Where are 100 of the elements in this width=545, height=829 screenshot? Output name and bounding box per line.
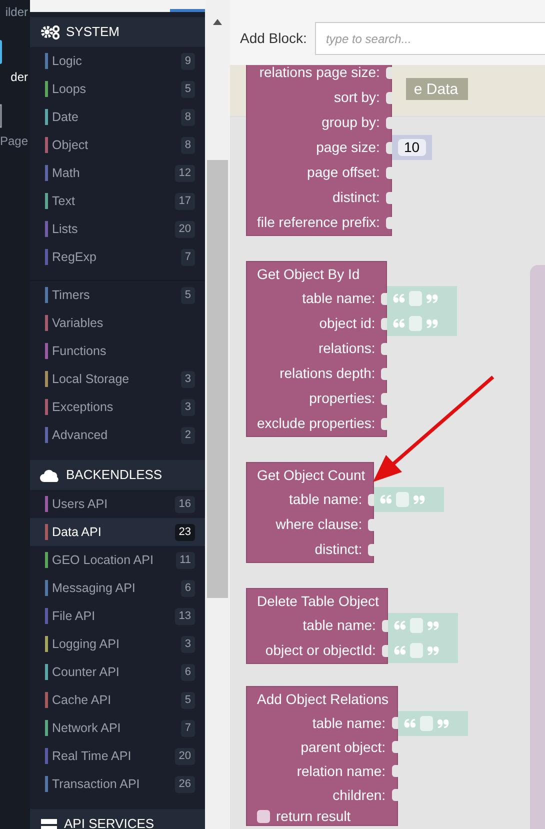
code-block[interactable]: Get Object Count table name: where clause: distinct: <box>246 462 374 563</box>
code-block[interactable]: Delete Table Object table name: object or objectId: <box>246 588 388 664</box>
count-badge: 9 <box>180 52 195 70</box>
close-quote-icon <box>426 319 438 328</box>
count-badge: 8 <box>180 136 195 154</box>
count-badge: 8 <box>180 108 195 126</box>
nav-label[interactable]: Page <box>0 132 28 150</box>
open-quote-icon <box>404 718 416 728</box>
code-block[interactable]: relations page size: sort by: group by: page size: page offset: distinct: file reference prefix: <box>246 65 392 236</box>
code-block[interactable]: Get Object By Id table name: object id: relations: relations depth: properties: exclude properties: <box>246 261 388 437</box>
category-item[interactable]: Cache API 5 <box>30 686 205 714</box>
empty-text-field[interactable] <box>396 492 410 507</box>
category-item[interactable]: Messaging API 6 <box>30 574 205 602</box>
count-badge: 23 <box>174 524 195 540</box>
count-badge: 2 <box>180 426 195 444</box>
input-label: relations depth: <box>280 364 376 383</box>
text-block[interactable] <box>374 487 444 512</box>
number-block[interactable]: 10 <box>392 135 432 160</box>
input-socket <box>381 342 388 354</box>
category-item[interactable]: Exceptions 3 <box>30 393 205 421</box>
category-item[interactable]: Object 8 <box>30 131 205 159</box>
category-label: Math <box>52 164 80 182</box>
cloud-icon <box>40 468 60 482</box>
category-item[interactable]: RegExp 7 <box>30 243 205 271</box>
category-item[interactable]: Functions <box>30 337 205 365</box>
input-label: table name: <box>302 289 376 308</box>
category-label: Loops <box>52 80 86 98</box>
input-socket <box>382 620 388 632</box>
input-label: group by: <box>322 113 380 132</box>
scroll-up-icon[interactable] <box>213 19 222 25</box>
input-socket <box>381 368 388 380</box>
input-socket <box>381 318 388 330</box>
category-item[interactable]: Text 17 <box>30 187 205 215</box>
checkbox[interactable] <box>257 810 270 822</box>
category-item[interactable]: Math 12 <box>30 159 205 187</box>
category-item[interactable]: Local Storage 3 <box>30 365 205 393</box>
category-item[interactable]: Real Time API 20 <box>30 742 205 770</box>
input-label: object id: <box>319 314 376 333</box>
open-quote-icon <box>393 294 406 303</box>
category-item[interactable]: Logging API 3 <box>30 630 205 658</box>
category-item[interactable]: Loops 5 <box>30 75 205 103</box>
empty-text-field[interactable] <box>409 291 422 306</box>
code-block[interactable]: Add Object Relations table name: parent object: relation name: children: return result <box>246 686 398 826</box>
category-label: Cache API <box>52 692 112 709</box>
number-value[interactable]: 10 <box>398 139 426 156</box>
category-item[interactable]: Counter API 6 <box>30 658 205 686</box>
category-item[interactable]: Transaction API 26 <box>30 770 205 798</box>
category-item[interactable]: Timers 5 <box>30 281 205 309</box>
text-block[interactable] <box>388 638 458 663</box>
category-item[interactable]: Data API 23 <box>30 518 205 546</box>
empty-text-field[interactable] <box>410 618 423 633</box>
open-quote-icon <box>394 646 406 655</box>
count-badge: 5 <box>180 286 195 304</box>
count-badge: 20 <box>174 220 195 238</box>
category-item[interactable]: Variables <box>30 309 205 337</box>
nav-label[interactable]: der <box>10 68 28 86</box>
text-block[interactable] <box>387 286 458 311</box>
category-label: Logic <box>52 52 82 70</box>
close-quote-icon <box>413 495 426 504</box>
input-socket <box>381 392 388 404</box>
gears-icon <box>40 24 60 40</box>
text-block[interactable] <box>398 710 468 736</box>
scrollbar-thumb[interactable] <box>207 160 228 598</box>
nav-label[interactable]: ilder <box>5 3 28 21</box>
category-item[interactable]: GEO Location API 11 <box>30 546 205 574</box>
input-label: table name: <box>312 714 386 732</box>
count-badge: 20 <box>174 748 195 764</box>
category-label: Advanced <box>52 426 108 444</box>
category-label: Local Storage <box>52 370 130 388</box>
count-badge: 5 <box>180 80 195 98</box>
section-header[interactable]: BACKENDLESS <box>30 460 205 490</box>
empty-text-field[interactable] <box>420 716 433 730</box>
category-item[interactable]: Network API 7 <box>30 714 205 742</box>
category-item[interactable]: Logic 9 <box>30 47 205 75</box>
text-block[interactable] <box>388 613 458 638</box>
input-label: distinct: <box>314 540 362 559</box>
category-item[interactable]: Advanced 2 <box>30 421 205 449</box>
category-item[interactable]: Users API 16 <box>30 490 205 518</box>
input-label: properties: <box>309 389 376 408</box>
category-item[interactable]: Date 8 <box>30 103 205 131</box>
empty-text-field[interactable] <box>410 643 423 658</box>
input-label: parent object: <box>300 738 386 757</box>
input-label: file reference prefix: <box>257 213 380 232</box>
category-item[interactable]: Lists 20 <box>30 215 205 243</box>
count-badge: 16 <box>174 496 195 512</box>
category-label: Real Time API <box>52 748 132 765</box>
search-field[interactable]: type to search... <box>314 22 545 55</box>
input-socket <box>381 418 388 430</box>
count-badge: 11 <box>176 552 195 568</box>
text-block[interactable] <box>387 311 458 336</box>
category-label: Exceptions <box>52 398 114 416</box>
category-item[interactable]: File API 13 <box>30 602 205 630</box>
category-label: Functions <box>52 342 106 360</box>
input-socket <box>392 765 398 777</box>
empty-text-field[interactable] <box>409 316 422 331</box>
section-header[interactable]: SYSTEM <box>30 17 205 47</box>
close-quote-icon <box>436 718 449 728</box>
category-label: Date <box>52 108 78 126</box>
section-header[interactable]: API SERVICES <box>30 809 205 829</box>
close-quote-icon <box>426 646 439 655</box>
